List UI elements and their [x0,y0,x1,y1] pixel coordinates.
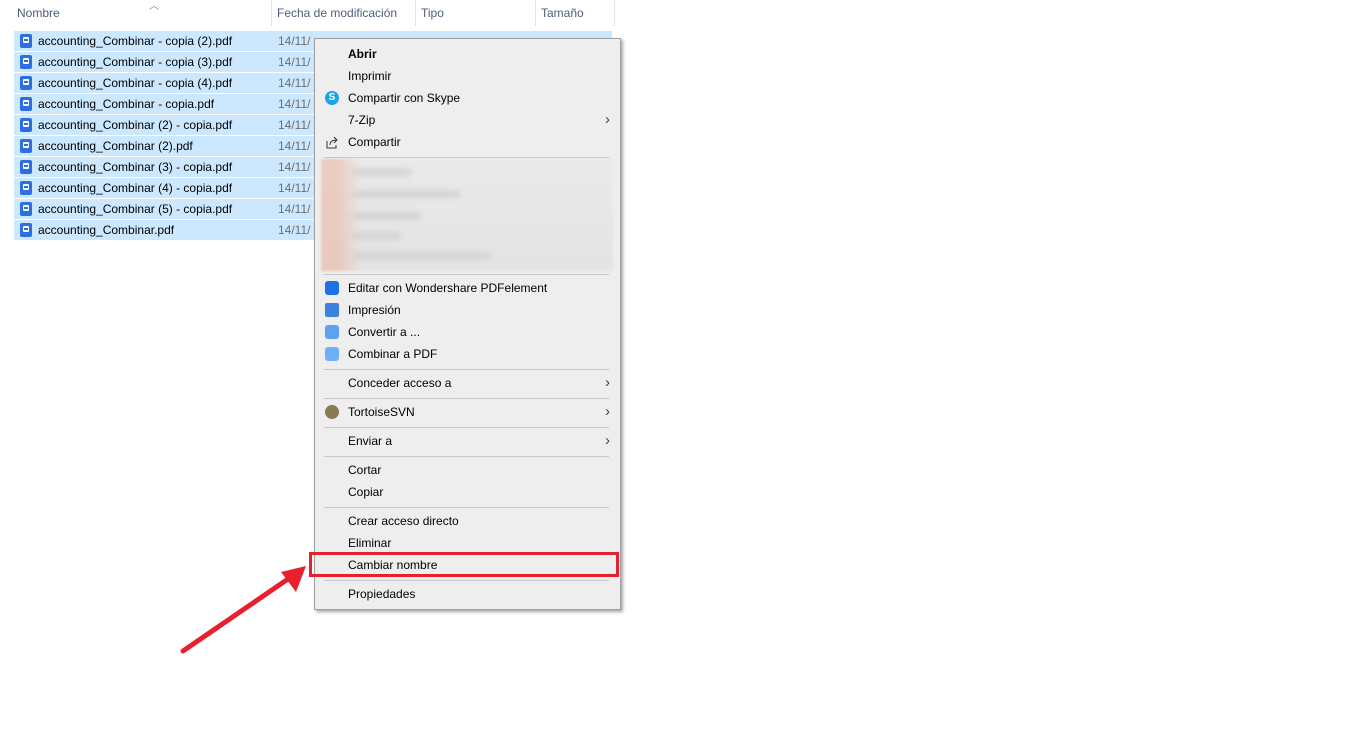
annotation-arrow-icon [180,566,306,654]
